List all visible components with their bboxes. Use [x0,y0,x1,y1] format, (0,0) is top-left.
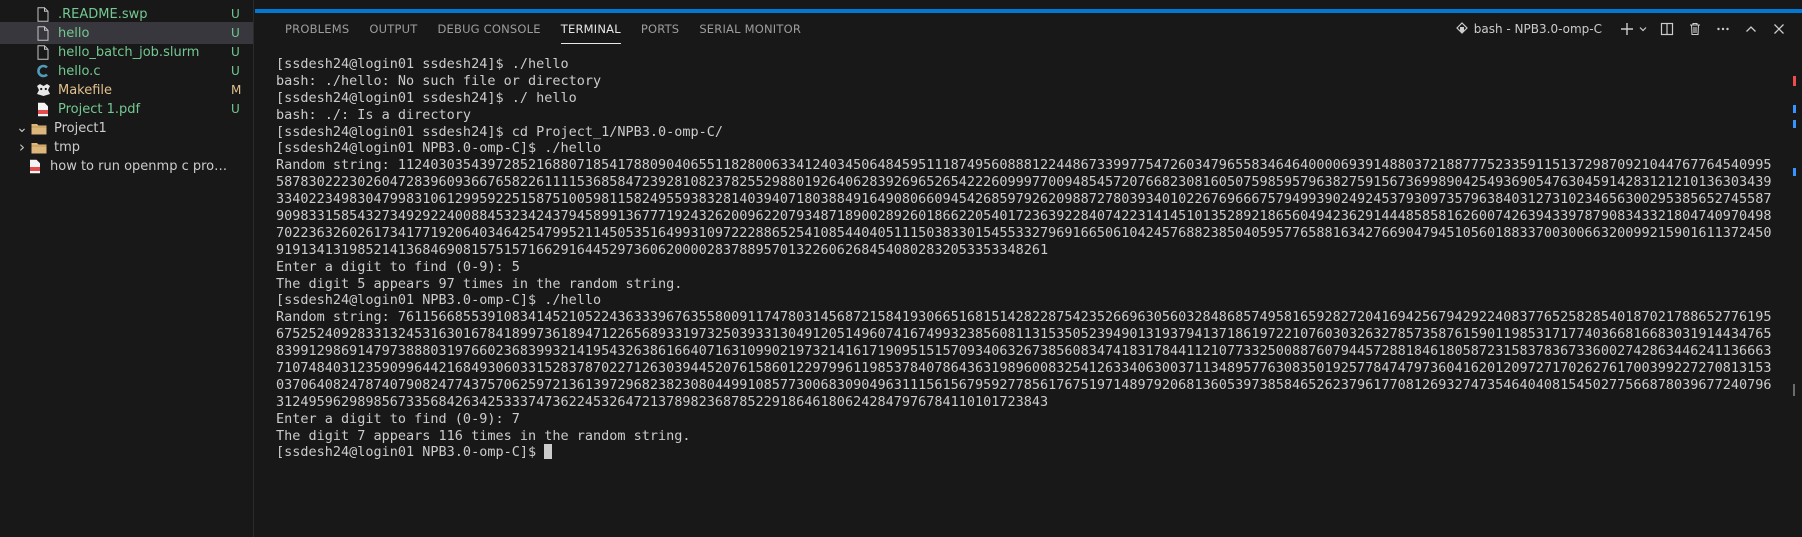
git-status-badge: U [231,102,240,116]
terminal-line: Enter a digit to find (0-9): 5 [276,259,1772,276]
terminal-line: [ssdesh24@login01 ssdesh24]$ cd Project_… [276,124,1772,141]
terminal-line-text: [ssdesh24@login01 NPB3.0-omp-C]$ ./hello [276,140,602,157]
terminal-line: [ssdesh24@login01 ssdesh24]$ ./ hello [276,90,1772,107]
file-icon [34,44,52,60]
terminal-line-text: The digit 5 appears 97 times in the rand… [276,275,683,292]
file-icon [34,6,52,22]
how-to-run-openmp-file[interactable]: how to run openmp c program.... [0,155,253,177]
git-status-badge: U [231,26,240,40]
new-terminal-icon[interactable] [1618,20,1636,38]
terminal-line-text: Random string: 7611566855391083414521052… [276,309,1772,410]
ruler-mark [1793,120,1796,128]
file-label: how to run openmp c program.... [50,158,231,174]
bottom-panel: PROBLEMS OUTPUT DEBUG CONSOLE TERMINAL P… [255,0,1802,537]
more-icon[interactable] [1714,20,1732,38]
panel-focus-border [255,9,1802,13]
git-status-badge: M [231,83,242,97]
terminal-line: Random string: 7611566855391083414521052… [276,309,1772,410]
terminal-line-text: [ssdesh24@login01 ssdesh24]$ ./hello [276,56,569,72]
pdf-icon [26,158,44,174]
terminal-line: [ssdesh24@login01 ssdesh24]$ ./hello [276,56,1772,73]
terminal-line: [ssdesh24@login01 NPB3.0-omp-C]$ ./hello [276,292,1772,309]
file-label: .README.swp [58,6,148,22]
file-icon [34,25,52,41]
file-label: tmp [54,139,81,155]
terminal-line-text: Random string: 1124030354397285216880718… [276,157,1772,258]
chevron-down-icon[interactable] [1638,20,1648,38]
terminal-line: Random string: 1124030354397285216880718… [276,157,1772,258]
terminal-line: The digit 5 appears 97 times in the rand… [276,276,1772,293]
makefile-icon [34,82,52,98]
tab-ports[interactable]: PORTS [631,14,689,44]
maximize-panel-icon[interactable] [1742,20,1760,38]
trash-icon[interactable] [1686,20,1704,38]
terminal-cursor [544,444,553,460]
close-icon[interactable] [1770,20,1788,38]
tab-terminal[interactable]: TERMINAL [551,14,631,44]
tab-debug-console[interactable]: DEBUG CONSOLE [427,14,550,44]
chevron-right-icon[interactable]: › [14,139,30,155]
ruler-cursor-mark [1793,384,1795,396]
terminal-line: Enter a digit to find (0-9): 7 [276,411,1772,428]
terminal-line: The digit 7 appears 116 times in the ran… [276,428,1772,445]
git-status-badge: U [231,7,240,21]
terminal-output[interactable]: [ssdesh24@login01 ssdesh24]$ ./hello bash… [276,56,1772,461]
file-label: hello_batch_job.slurm [58,44,200,60]
file-label: Project1 [54,120,107,136]
git-status-badge: U [231,45,240,59]
tab-problems[interactable]: PROBLEMS [275,14,359,44]
terminal-line-text: [ssdesh24@login01 ssdesh24]$ ./ hello [276,89,577,106]
split-terminal-icon[interactable] [1658,20,1676,38]
folder-icon [30,139,48,155]
chevron-down-icon[interactable]: ⌄ [14,121,30,135]
terminal-line-text: bash: ./hello: No such file or directory [276,72,602,89]
tab-output[interactable]: OUTPUT [359,14,427,44]
pdf-icon [34,101,52,117]
file-label: Project 1.pdf [58,101,141,117]
panel-tab-bar: PROBLEMS OUTPUT DEBUG CONSOLE TERMINAL P… [275,14,811,44]
terminal-title: bash - NPB3.0-omp-C [1473,22,1602,36]
file-label: hello [58,25,90,41]
git-status-badge: U [231,64,240,78]
terminal-selector[interactable]: bash - NPB3.0-omp-C [1455,21,1602,38]
terminal-line-text: Enter a digit to find (0-9): 7 [276,410,520,427]
tab-serial-monitor[interactable]: SERIAL MONITOR [689,14,811,44]
ruler-mark [1793,105,1796,113]
ruler-mark [1793,168,1796,176]
terminal-line: bash: ./hello: No such file or directory [276,73,1772,90]
terminal-line-text: The digit 7 appears 116 times in the ran… [276,427,691,444]
terminal-overview-ruler [1788,44,1802,537]
terminal-line-text: [ssdesh24@login01 NPB3.0-omp-C]$ [276,444,545,461]
terminal-icon [1455,21,1469,38]
file-label: Makefile [58,82,113,98]
terminal-line-text: [ssdesh24@login01 ssdesh24]$ cd Project_… [276,123,724,140]
file-label: hello.c [58,63,101,79]
terminal-line-text: bash: ./: Is a directory [276,106,472,123]
terminal-line-text: Enter a digit to find (0-9): 5 [276,258,520,275]
terminal-line-text: [ssdesh24@login01 NPB3.0-omp-C]$ ./hello [276,292,602,309]
terminal-line: bash: ./: Is a directory [276,107,1772,124]
explorer-sidebar: .README.swp Uhello Uhello_batch_job.slurm U… [0,0,254,537]
terminal-line: [ssdesh24@login01 NPB3.0-omp-C]$ [276,444,1772,461]
terminal-line: [ssdesh24@login01 NPB3.0-omp-C]$ ./hello [276,140,1772,157]
ruler-error-mark [1793,76,1796,86]
c-file-icon [34,63,52,79]
panel-actions: bash - NPB3.0-omp-C [1455,14,1788,44]
folder-icon [30,120,48,136]
